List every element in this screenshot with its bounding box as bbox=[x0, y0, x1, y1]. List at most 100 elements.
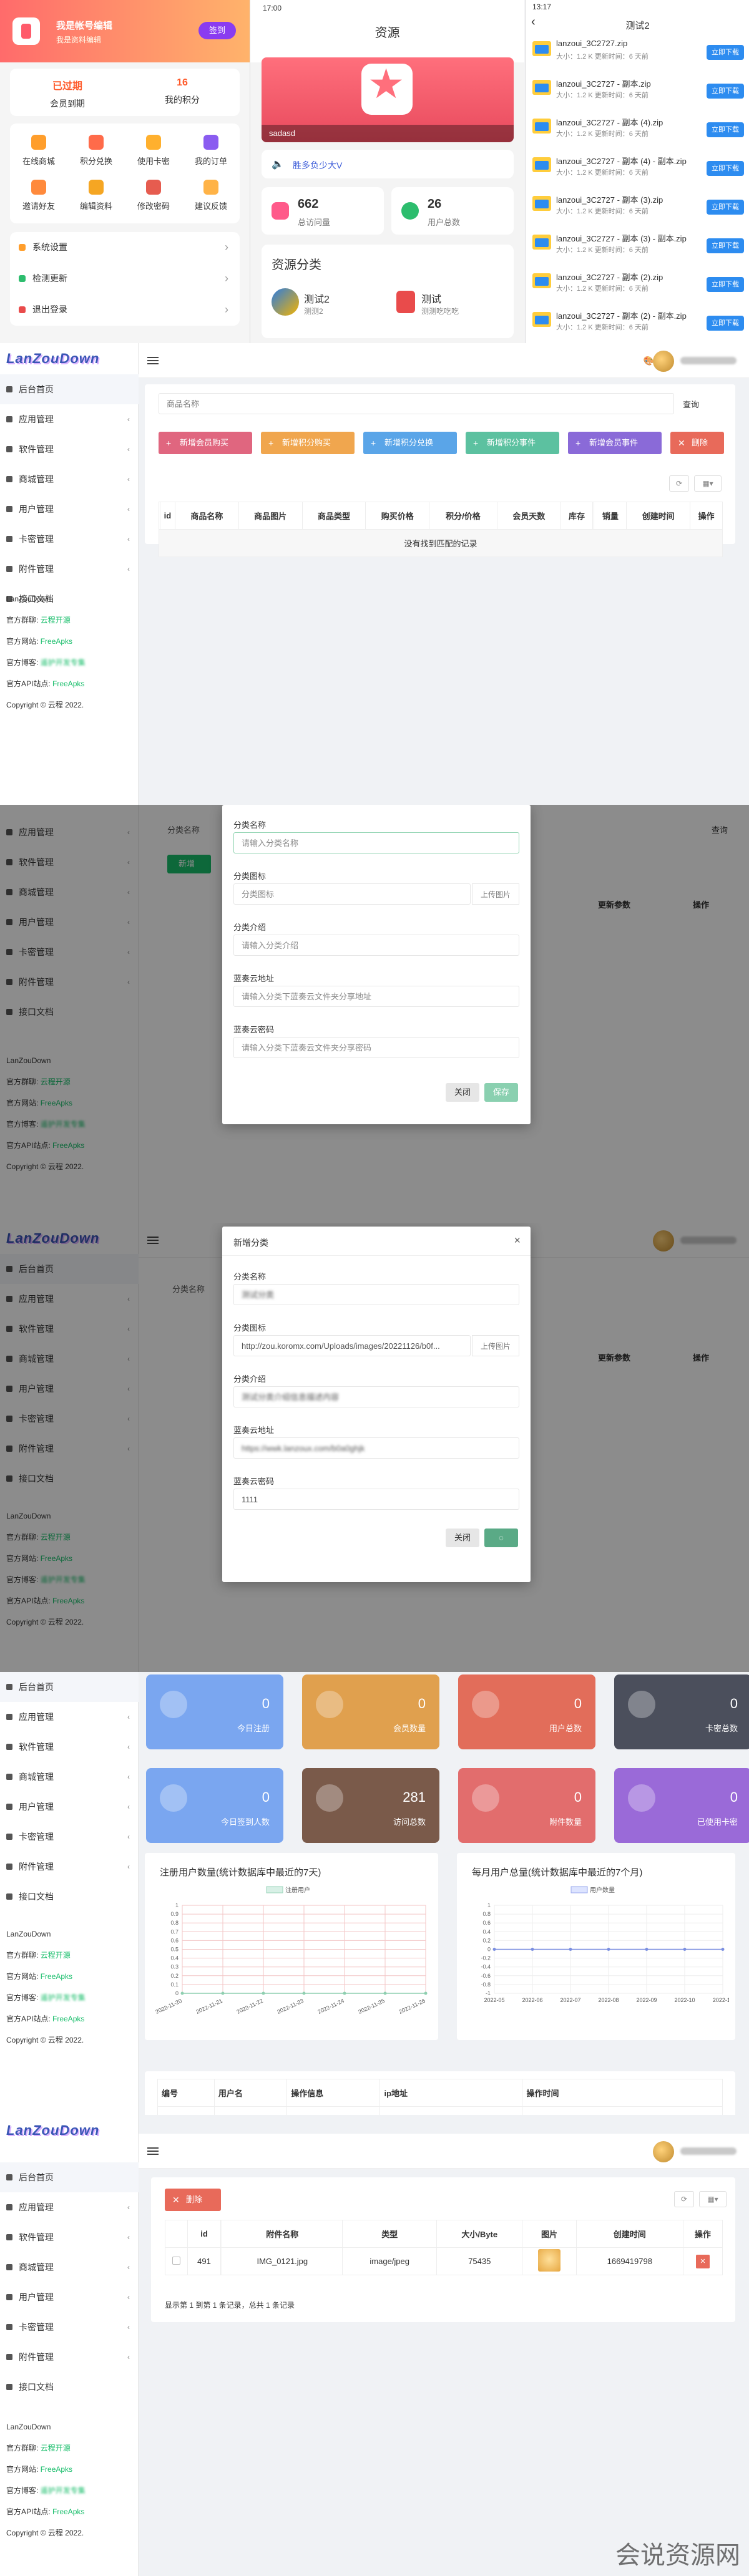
menu-toggle-icon[interactable] bbox=[147, 2147, 159, 2155]
column-header[interactable]: id bbox=[187, 2220, 221, 2248]
sidebar-item[interactable]: 用户管理 ‹ bbox=[0, 2282, 139, 2312]
form-input[interactable]: 请输入分类介绍 bbox=[233, 935, 519, 956]
column-header[interactable]: 图片 bbox=[522, 2220, 577, 2248]
file-row[interactable]: lanzoui_3C2727 - 副本 (4).zip 大小：1.2 K 更新时间… bbox=[526, 111, 749, 146]
info-link[interactable]: 云程开源 bbox=[41, 2444, 71, 2452]
download-button[interactable]: 立即下载 bbox=[707, 161, 744, 176]
column-header[interactable]: 大小/Byte bbox=[436, 2220, 523, 2248]
cancel-button[interactable]: 关闭 bbox=[445, 1529, 479, 1547]
file-row[interactable]: lanzoui_3C2727 - 副本.zip 大小：1.2 K 更新时间：6 天… bbox=[526, 72, 749, 107]
form-input[interactable]: http://zou.koromx.com/Uploads/images/202… bbox=[233, 1335, 471, 1356]
row-checkbox[interactable] bbox=[172, 2256, 180, 2265]
column-header[interactable]: 类型 bbox=[342, 2220, 438, 2248]
sidebar-item[interactable]: 商城管理 ‹ bbox=[0, 2252, 139, 2282]
column-header[interactable]: 库存 bbox=[560, 502, 594, 530]
download-button[interactable]: 立即下载 bbox=[707, 45, 744, 60]
form-input[interactable]: https://wwk.lanzoux.com/b0a0ghjk bbox=[233, 1437, 519, 1459]
file-row[interactable]: lanzoui_3C2727 - 副本 (2).zip 大小：1.2 K 更新时间… bbox=[526, 266, 749, 301]
column-header[interactable]: 积分/价格 bbox=[429, 502, 497, 530]
upload-button[interactable]: 上传图片 bbox=[472, 1335, 519, 1356]
shop-action-button[interactable]: + 新增会员事件 bbox=[568, 432, 662, 454]
settings-row[interactable]: 退出登录 › bbox=[10, 294, 240, 324]
download-button[interactable]: 立即下载 bbox=[707, 316, 744, 331]
download-button[interactable]: 立即下载 bbox=[707, 200, 744, 215]
delete-button[interactable]: ✕ 删除 bbox=[165, 2189, 221, 2211]
settings-row[interactable]: 检测更新 › bbox=[10, 263, 240, 293]
sign-in-button[interactable]: 签到 bbox=[198, 22, 236, 39]
sidebar-item[interactable]: 卡密管理 ‹ bbox=[0, 1822, 139, 1852]
user-name-blurred[interactable] bbox=[680, 357, 737, 364]
grid-item[interactable]: 在线商城 bbox=[10, 135, 67, 167]
column-header[interactable]: id bbox=[159, 502, 176, 530]
category-title[interactable]: 测试 bbox=[421, 291, 441, 306]
app-logo[interactable]: LanZouDown bbox=[6, 351, 99, 367]
download-button[interactable]: 立即下载 bbox=[707, 122, 744, 137]
sidebar-item[interactable]: 应用管理 ‹ bbox=[0, 1702, 139, 1732]
grid-item[interactable]: 编辑资料 bbox=[67, 180, 125, 211]
settings-row[interactable]: 系统设置 › bbox=[10, 232, 240, 262]
delete-row-icon[interactable]: ✕ bbox=[695, 2254, 710, 2268]
info-link[interactable]: 遥护开发专集 bbox=[41, 2486, 86, 2495]
sidebar-item[interactable]: 应用管理 ‹ bbox=[0, 2192, 139, 2222]
banner-carousel[interactable]: sadasd bbox=[262, 57, 514, 142]
refresh-icon[interactable]: ⟳ bbox=[674, 2191, 694, 2207]
form-input[interactable]: 测试分类介绍信息描述内容 bbox=[233, 1386, 519, 1407]
shop-action-button[interactable]: + 新增积分事件 bbox=[466, 432, 559, 454]
grid-item[interactable]: 邀请好友 bbox=[10, 180, 67, 211]
close-icon[interactable]: × bbox=[514, 1234, 521, 1247]
user-name-blurred[interactable] bbox=[680, 2147, 737, 2155]
sidebar-item[interactable]: 应用管理 ‹ bbox=[0, 404, 139, 434]
info-link[interactable]: FreeApks bbox=[41, 637, 72, 646]
info-link[interactable]: FreeApks bbox=[41, 2465, 72, 2474]
notice-bar[interactable]: 🔈 胜多负少大V bbox=[262, 150, 514, 178]
column-header[interactable]: 操作 bbox=[682, 2220, 723, 2248]
form-input[interactable]: 分类图标 bbox=[233, 883, 471, 905]
search-input[interactable]: 商品名称 bbox=[159, 393, 674, 414]
info-link[interactable]: 云程开源 bbox=[41, 1951, 71, 1960]
info-link[interactable]: FreeApks bbox=[52, 2015, 84, 2023]
column-header[interactable]: 购买价格 bbox=[365, 502, 430, 530]
avatar[interactable] bbox=[653, 2141, 674, 2162]
column-header[interactable]: 创建时间 bbox=[626, 502, 691, 530]
grid-item[interactable]: 使用卡密 bbox=[125, 135, 182, 167]
form-input[interactable]: 请输入分类下蓝奏云文件夹分享密码 bbox=[233, 1037, 519, 1058]
shop-action-button[interactable]: ✕ 删除 bbox=[670, 432, 724, 454]
sidebar-item[interactable]: 卡密管理 ‹ bbox=[0, 2312, 139, 2342]
info-link[interactable]: 遥护开发专集 bbox=[41, 1993, 86, 2002]
info-link[interactable]: 云程开源 bbox=[41, 616, 71, 625]
download-button[interactable]: 立即下载 bbox=[707, 277, 744, 292]
column-header[interactable]: 操作 bbox=[690, 502, 723, 530]
column-header[interactable]: 商品类型 bbox=[301, 502, 366, 530]
column-header[interactable]: 销量 bbox=[594, 502, 627, 530]
shop-action-button[interactable]: + 新增会员购买 bbox=[159, 432, 252, 454]
app-logo[interactable]: LanZouDown bbox=[6, 2122, 99, 2139]
shop-action-button[interactable]: + 新增积分兑换 bbox=[363, 432, 457, 454]
info-link[interactable]: FreeApks bbox=[41, 1972, 72, 1981]
refresh-icon[interactable]: ⟳ bbox=[669, 475, 689, 492]
columns-icon[interactable]: ▦▾ bbox=[699, 2191, 727, 2207]
file-row[interactable]: lanzoui_3C2727 - 副本 (3).zip 大小：1.2 K 更新时间… bbox=[526, 188, 749, 223]
sidebar-item[interactable]: 商城管理 ‹ bbox=[0, 1762, 139, 1792]
sidebar-item[interactable]: 用户管理 ‹ bbox=[0, 494, 139, 524]
sidebar-item[interactable]: 软件管理 ‹ bbox=[0, 434, 139, 464]
sidebar-item[interactable]: 软件管理 ‹ bbox=[0, 1732, 139, 1762]
info-link[interactable]: 遥护开发专集 bbox=[41, 658, 86, 667]
info-link[interactable]: FreeApks bbox=[52, 679, 84, 688]
save-button[interactable]: 保存 bbox=[484, 1083, 518, 1102]
file-row[interactable]: lanzoui_3C2727 - 副本 (3) - 副本.zip 大小：1.2 K… bbox=[526, 227, 749, 262]
form-input[interactable]: 1111 bbox=[233, 1489, 519, 1510]
avatar[interactable] bbox=[653, 351, 674, 372]
column-header[interactable]: 会员天数 bbox=[496, 502, 561, 530]
sidebar-item[interactable]: 商城管理 ‹ bbox=[0, 464, 139, 494]
grid-item[interactable]: 我的订单 bbox=[182, 135, 240, 167]
sidebar-item[interactable]: 附件管理 ‹ bbox=[0, 2342, 139, 2372]
column-header[interactable]: 附件名称 bbox=[222, 2220, 343, 2248]
column-header[interactable] bbox=[165, 2220, 188, 2248]
sidebar-item[interactable]: 后台首页 bbox=[0, 1672, 139, 1702]
file-row[interactable]: lanzoui_3C2727.zip 大小：1.2 K 更新时间：6 天前 立即下载 bbox=[526, 34, 749, 69]
loading-save-button[interactable]: ◌ bbox=[484, 1529, 518, 1547]
columns-icon[interactable]: ▦▾ bbox=[694, 475, 722, 492]
form-input[interactable]: 测试分类 bbox=[233, 1284, 519, 1305]
download-button[interactable]: 立即下载 bbox=[707, 238, 744, 253]
category-title[interactable]: 测试2 bbox=[304, 291, 330, 306]
